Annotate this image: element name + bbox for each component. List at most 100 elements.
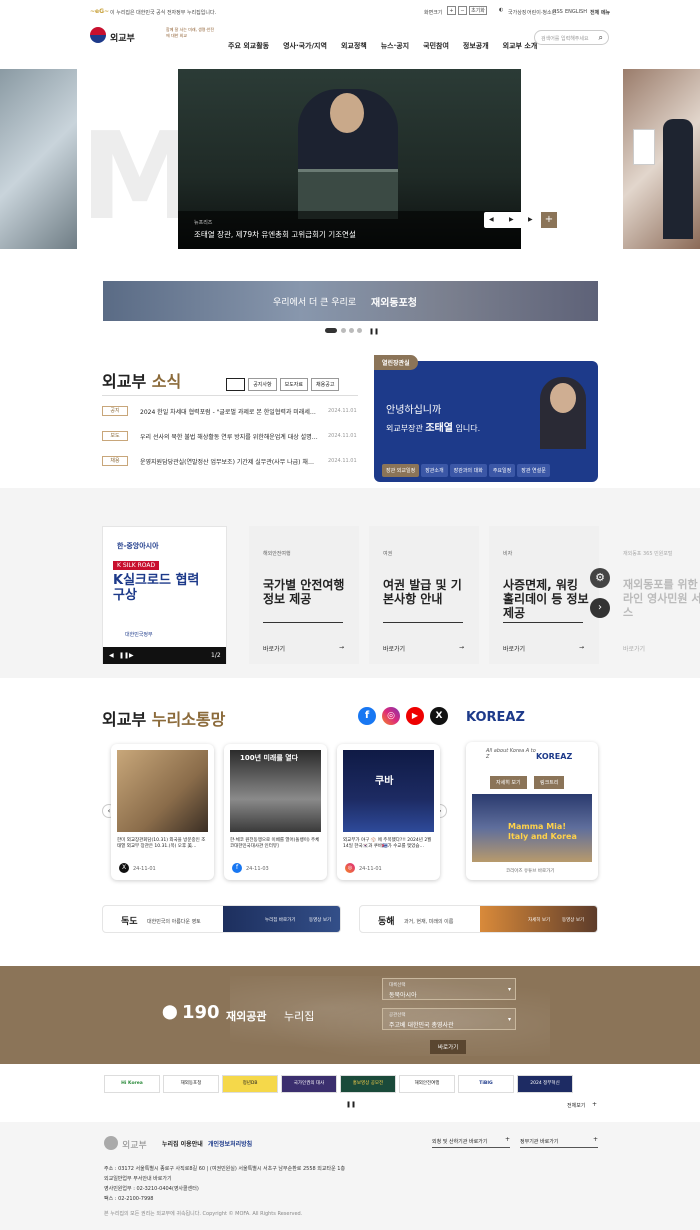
partner-banner[interactable]: TiBIG xyxy=(458,1075,514,1093)
partner-banner[interactable]: 국가인권의 대사 xyxy=(281,1075,337,1093)
arrow-right-icon[interactable]: → xyxy=(579,644,584,651)
region-select[interactable]: 대륙선택 동북아시아 ▾ xyxy=(382,978,516,1000)
gnb-diplomacy[interactable]: 주요 외교활동 xyxy=(228,42,269,50)
footer-tel1[interactable]: 외교일반업무 부서안내 바로가기 xyxy=(104,1175,172,1182)
service-card[interactable]: 재외동포 365 민원포털 재외동포를 위한 온라인 영사민원 서비스 바로가기 xyxy=(609,526,700,664)
partners-pause-icon[interactable]: ❚❚ xyxy=(346,1101,356,1108)
dokdo-banner[interactable]: 독도 대한민국의 아름다운 영토 누리집 바로가기 동영상 보기 xyxy=(102,905,341,933)
donghae-link1[interactable]: 자세히 보기 xyxy=(528,917,550,923)
slide-next-image[interactable] xyxy=(623,69,700,249)
pause-icon[interactable]: ▶ xyxy=(509,216,514,223)
sns-post[interactable]: 한미 외교장관회담(10.31) 외국을 방문중인 조태열 외교부 장관은 10… xyxy=(111,744,214,880)
footer-link-guide[interactable]: 누리집 이용안내 xyxy=(162,1139,203,1148)
card-link[interactable]: 바로가기 xyxy=(383,644,405,653)
search-input[interactable]: 검색어를 입력해주세요 ⌕ xyxy=(534,30,609,45)
tab-recruit[interactable]: 채용공고 xyxy=(311,378,340,391)
mission-go-button[interactable]: 바로가기 xyxy=(430,1040,467,1054)
mission-select[interactable]: 공관선택 주고베 대한민국 총영사관 ▾ xyxy=(382,1008,516,1030)
promo-prev-icon[interactable]: ◀ xyxy=(109,652,114,659)
gov-notice: 이 누리집은 대한민국 공식 전자정부 누리집입니다. xyxy=(110,10,217,16)
footer-link-privacy[interactable]: 개인정보처리방침 xyxy=(208,1139,252,1148)
gnb-news[interactable]: 뉴스·공지 xyxy=(381,42,409,50)
search-icon[interactable]: ⌕ xyxy=(599,33,603,43)
cards-next-button[interactable]: › xyxy=(590,598,610,618)
news-item[interactable]: 채용 운영지원담당관실(연말정산 업무보조) 기간제 실무관(사무 나급) 채…… xyxy=(102,455,358,467)
gnb-info[interactable]: 정보공개 xyxy=(463,42,489,50)
zoom-in-button[interactable]: + xyxy=(447,6,456,15)
arrow-right-icon[interactable]: → xyxy=(339,644,344,651)
link-rss[interactable]: RSS xyxy=(553,9,563,15)
promo-pause-icon[interactable]: ❚❚ xyxy=(119,652,129,659)
gnb-participation[interactable]: 국민참여 xyxy=(423,42,449,50)
partner-banner[interactable]: 청년DB xyxy=(222,1075,278,1093)
link-english[interactable]: ENGLISH xyxy=(565,9,587,15)
card-link[interactable]: 바로가기 xyxy=(263,644,285,653)
card-link[interactable]: 바로가기 xyxy=(623,644,645,653)
more-slides-button[interactable]: + xyxy=(541,212,557,228)
pager-dot-active[interactable] xyxy=(325,328,337,333)
partners-all-link[interactable]: 전체보기 xyxy=(567,1102,585,1109)
mofa-logo-icon[interactable] xyxy=(90,27,106,43)
main-slide[interactable]: 뉴프리즈 조태열 장관, 제79차 유엔총회 고위급회기 기조연설 xyxy=(178,69,521,249)
news-item[interactable]: 보도 우리 선사의 북한 불법 해상활동 연루 방지를 위한해운업계 대상 설명… xyxy=(102,430,358,442)
arrow-right-icon[interactable]: → xyxy=(459,644,464,651)
tab-all[interactable]: 전체 xyxy=(226,378,246,391)
promo-banner[interactable]: 우리에서 더 큰 우리로 재외동포청 xyxy=(103,281,598,321)
gnb-about[interactable]: 외교부 소개 xyxy=(503,42,538,50)
promo-next-icon[interactable]: ▶ xyxy=(129,652,134,659)
partner-banner[interactable]: 홍보영상 공모전 xyxy=(340,1075,396,1093)
link-national-symbol[interactable]: 국가상징 xyxy=(508,9,526,16)
koreaz-detail-button[interactable]: 자세히 보기 xyxy=(490,776,527,789)
plus-icon[interactable]: + xyxy=(592,1101,597,1108)
koreaz-footer[interactable]: 코리아즈 유튜브 바로가기 xyxy=(506,868,554,874)
btn-main-schedule[interactable]: 주요일정 xyxy=(488,464,516,477)
zoom-out-button[interactable]: − xyxy=(458,6,467,15)
pager-dot[interactable] xyxy=(341,328,346,333)
next-arrow-icon[interactable]: ▶ xyxy=(528,216,533,223)
sns-post[interactable]: 쿠바 외교부가 야구 ⚾ 에 주목했다?!! 2024년 2월 14일 한국🇰🇷… xyxy=(337,744,440,880)
prev-arrow-icon[interactable]: ◀ xyxy=(489,216,494,223)
all-menu-button[interactable]: 전체 메뉴 xyxy=(590,9,610,16)
pager-pause-icon[interactable]: ❚❚ xyxy=(369,328,379,335)
facebook-icon[interactable]: f xyxy=(358,707,376,725)
pager-dot[interactable] xyxy=(349,328,354,333)
koreaz-card[interactable]: All about Korea A to Z KOREAZ 자세히 보기 링크트… xyxy=(466,742,598,880)
partner-banner[interactable]: 재외동포청 xyxy=(163,1075,219,1093)
news-item[interactable]: 공지 2024 한일 차세대 협력포럼 - "글로벌 과제로 본 한일협력과 미… xyxy=(102,405,358,417)
dokdo-link2[interactable]: 동영상 보기 xyxy=(309,917,331,923)
zoom-reset-button[interactable]: 초기화 xyxy=(469,6,487,15)
x-icon[interactable]: X xyxy=(430,707,448,725)
sns-post[interactable]: 100년 미래를 열다 한·체코 원전동맹으로 이베를 열어(돌뱅이) 주체코대… xyxy=(224,744,327,880)
tab-press[interactable]: 보도자료 xyxy=(279,378,309,391)
affiliate-select[interactable]: 외청 및 산하기관 바로가기 + xyxy=(432,1134,510,1148)
koreaz-logo[interactable]: KOREAZ xyxy=(466,710,525,725)
btn-speech[interactable]: 장관 연설문 xyxy=(517,464,550,477)
donghae-link2[interactable]: 동영상 보기 xyxy=(562,917,584,923)
pager-dot[interactable] xyxy=(357,328,362,333)
logo-text[interactable]: 외교부 xyxy=(110,31,135,44)
btn-schedule[interactable]: 장관 외교일정 xyxy=(382,464,420,477)
service-card[interactable]: 해외안전여행 국가별 안전여행정보 제공 바로가기 → xyxy=(249,526,359,664)
donghae-banner[interactable]: 동해 과거, 현재, 미래의 이름 자세히 보기 동영상 보기 xyxy=(359,905,598,933)
partner-banner[interactable]: 해외안전여행 xyxy=(399,1075,455,1093)
gnb-consular[interactable]: 영사·국가/지역 xyxy=(283,42,327,50)
youtube-icon[interactable]: ▶ xyxy=(406,707,424,725)
service-card[interactable]: 비자 사증면제, 워킹홀리데이 등 정보제공 바로가기 → xyxy=(489,526,599,664)
btn-profile[interactable]: 장관소개 xyxy=(421,464,448,477)
service-card[interactable]: 여권 여권 발급 및 기본사항 안내 바로가기 → xyxy=(369,526,479,664)
promo-tile[interactable]: 한-중앙아시아 K SILK ROAD K실크로드 협력구상 대한민국정부 ◀ … xyxy=(102,526,227,664)
hero-caption[interactable]: 조태열 장관, 제79차 유엔총회 고위급회기 기조연설 xyxy=(194,229,356,240)
card-link[interactable]: 바로가기 xyxy=(503,644,525,653)
gnb-policy[interactable]: 외교정책 xyxy=(341,42,367,50)
gear-icon[interactable]: ⚙ xyxy=(590,568,610,588)
dokdo-link1[interactable]: 누리집 바로가기 xyxy=(265,917,295,923)
partner-banner[interactable]: 2024 정부혁신 xyxy=(517,1075,573,1093)
slide-prev-image[interactable] xyxy=(0,69,77,249)
instagram-icon[interactable]: ◎ xyxy=(382,707,400,725)
tab-notice[interactable]: 공지사항 xyxy=(248,378,277,391)
btn-dialogue[interactable]: 장관과의 대화 xyxy=(449,464,487,477)
koreaz-linktree-button[interactable]: 링크트리 xyxy=(534,776,565,789)
link-kids[interactable]: 어린이·청소년 xyxy=(527,9,556,16)
gov-select[interactable]: 정부기관 바로가기 + xyxy=(520,1134,598,1148)
partner-banner[interactable]: Hi Korea xyxy=(104,1075,160,1093)
